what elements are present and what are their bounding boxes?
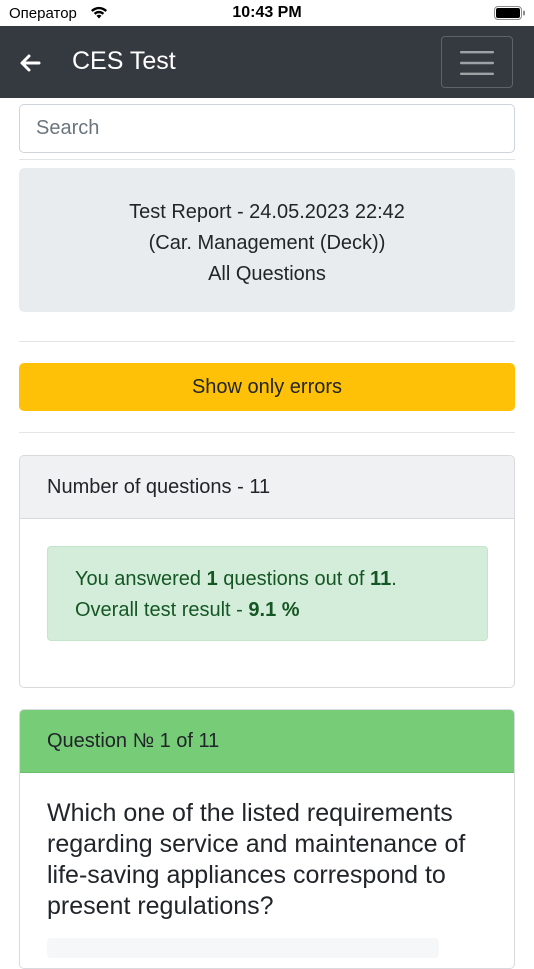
report-category: (Car. Management (Deck)) bbox=[148, 232, 386, 254]
answered-middle: questions out of bbox=[217, 568, 371, 590]
answered-count: 1 bbox=[206, 568, 218, 590]
divider bbox=[19, 341, 515, 342]
answered-prefix: You answered bbox=[75, 568, 207, 590]
report-info-box: Test Report - 24.05.2023 22:42 (Car. Man… bbox=[19, 168, 515, 312]
arrow-left-icon[interactable] bbox=[18, 52, 42, 74]
question-card: Question № 1 of 11 Which one of the list… bbox=[19, 709, 515, 969]
divider bbox=[19, 432, 515, 433]
summary-header: Number of questions - 11 bbox=[20, 456, 514, 519]
report-title: Test Report - 24.05.2023 22:42 bbox=[129, 201, 405, 223]
menu-toggle-button[interactable] bbox=[441, 36, 513, 88]
hamburger-icon bbox=[460, 51, 494, 75]
result-alert: You answered 1 questions out of 11. Over… bbox=[47, 546, 488, 641]
answer-option[interactable] bbox=[47, 938, 439, 958]
answered-suffix: . bbox=[391, 568, 397, 590]
result-prefix: Overall test result - bbox=[75, 599, 249, 621]
search-input[interactable] bbox=[19, 104, 515, 153]
summary-card: Number of questions - 11 You answered 1 … bbox=[19, 455, 515, 688]
question-text: Which one of the listed requirements reg… bbox=[47, 799, 466, 920]
divider bbox=[19, 159, 515, 160]
total-count: 11 bbox=[370, 568, 392, 590]
report-scope: All Questions bbox=[208, 263, 326, 285]
result-line: Overall test result - 9.1 % bbox=[75, 595, 460, 626]
status-bar: Оператор 10:43 PM bbox=[0, 0, 534, 26]
show-only-errors-button[interactable]: Show only errors bbox=[19, 363, 515, 411]
battery-icon bbox=[494, 6, 525, 20]
result-value: 9.1 % bbox=[248, 599, 300, 621]
answered-line: You answered 1 questions out of 11. bbox=[75, 564, 460, 595]
clock: 10:43 PM bbox=[232, 4, 302, 21]
question-header: Question № 1 of 11 bbox=[20, 710, 514, 773]
page-title: CES Test bbox=[72, 47, 176, 75]
navbar: CES Test bbox=[0, 26, 534, 98]
